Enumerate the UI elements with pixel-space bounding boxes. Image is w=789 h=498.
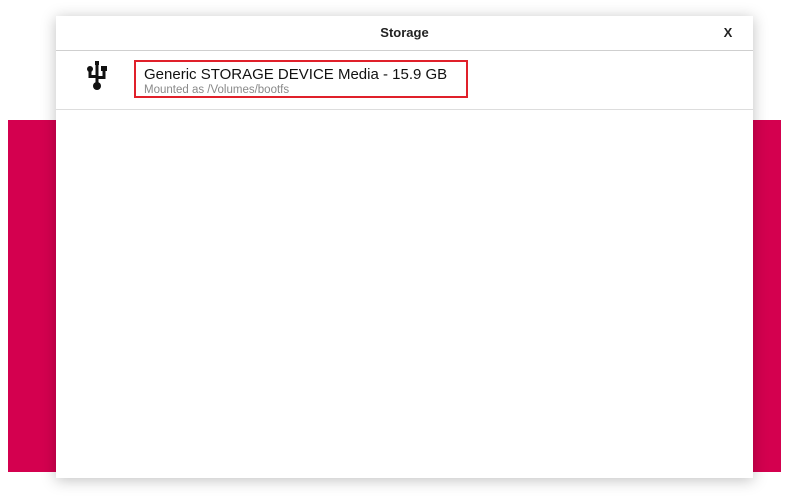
device-list: Generic STORAGE DEVICE Media - 15.9 GB M… xyxy=(56,51,753,110)
usb-icon xyxy=(87,61,107,90)
device-label-box: Generic STORAGE DEVICE Media - 15.9 GB M… xyxy=(134,60,468,98)
close-button[interactable]: X xyxy=(716,21,740,45)
dialog-header: Storage X xyxy=(56,16,753,51)
device-mount-path: Mounted as /Volumes/bootfs xyxy=(144,84,290,96)
storage-dialog: Storage X Generic STORAGE DEVICE Media -… xyxy=(56,16,753,478)
device-name: Generic STORAGE DEVICE Media - 15.9 GB xyxy=(144,66,448,83)
dialog-title: Storage xyxy=(380,25,429,40)
device-item[interactable]: Generic STORAGE DEVICE Media - 15.9 GB M… xyxy=(56,51,753,110)
